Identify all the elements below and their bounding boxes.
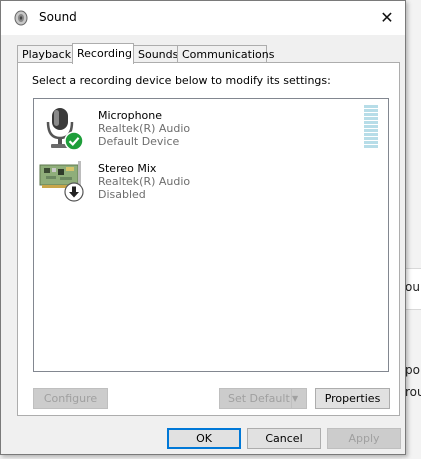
close-icon[interactable]: ✕ xyxy=(375,7,399,29)
level-meter xyxy=(364,105,378,151)
background-text: ou xyxy=(405,280,420,294)
device-driver: Realtek(R) Audio xyxy=(98,122,191,135)
device-list[interactable]: Microphone Realtek(R) Audio Default Devi… xyxy=(33,98,389,372)
device-status: Disabled xyxy=(98,188,146,201)
configure-button[interactable]: Configure xyxy=(33,388,108,409)
disabled-arrow-icon xyxy=(64,182,84,202)
apply-button[interactable]: Apply xyxy=(327,428,401,449)
device-name: Microphone xyxy=(98,109,163,122)
recording-panel: Select a recording device below to modif… xyxy=(17,62,400,416)
tab-recording[interactable]: Recording xyxy=(72,43,134,64)
tab-playback[interactable]: Playback xyxy=(17,45,73,62)
sound-dialog: Sound ✕ Playback Recording Sounds Commun… xyxy=(0,0,406,455)
background-text: po xyxy=(405,363,420,377)
device-name: Stereo Mix xyxy=(98,162,157,175)
set-default-label: Set Default xyxy=(228,392,290,405)
device-status: Default Device xyxy=(98,135,180,148)
device-microphone[interactable]: Microphone Realtek(R) Audio Default Devi… xyxy=(34,101,388,151)
title-bar: Sound ✕ xyxy=(1,1,405,35)
tab-sounds[interactable]: Sounds xyxy=(133,45,178,62)
instruction-text: Select a recording device below to modif… xyxy=(32,74,331,87)
green-check-icon xyxy=(64,131,84,151)
window-title: Sound xyxy=(39,10,77,24)
speaker-icon xyxy=(13,10,29,26)
tab-communications[interactable]: Communications xyxy=(177,45,274,62)
device-stereo-mix[interactable]: Stereo Mix Realtek(R) Audio Disabled xyxy=(34,154,388,204)
device-driver: Realtek(R) Audio xyxy=(98,175,191,188)
properties-button[interactable]: Properties xyxy=(315,388,390,409)
cancel-button[interactable]: Cancel xyxy=(247,428,321,449)
chevron-down-icon[interactable]: ▼ xyxy=(291,389,306,408)
background-text: rou xyxy=(405,385,421,399)
ok-button[interactable]: OK xyxy=(167,428,241,449)
set-default-button[interactable]: Set Default ▼ xyxy=(219,388,307,409)
